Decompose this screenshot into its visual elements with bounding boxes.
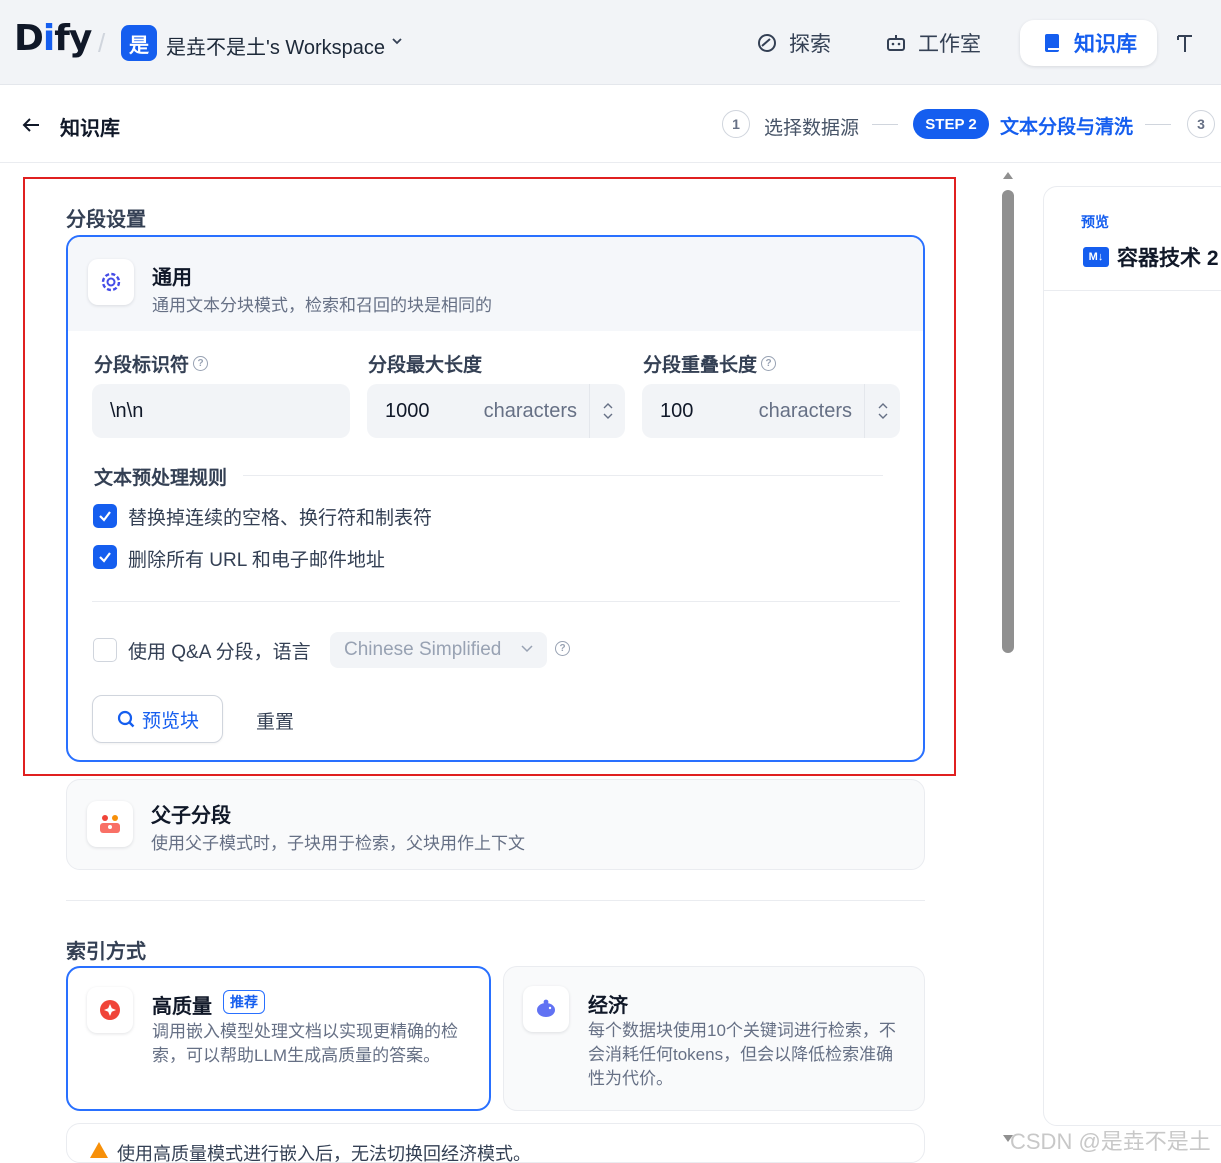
preview-document-title: 容器技术 2: [1117, 247, 1219, 270]
step-1-circle: 1: [722, 110, 750, 138]
index-warning-text: 使用高质量模式进行嵌入后，无法切换回经济模式。: [117, 1144, 531, 1163]
preview-document[interactable]: M↓ 容器技术 2: [1083, 242, 1219, 272]
recommended-badge: 推荐: [223, 990, 265, 1014]
index-method-title: 索引方式: [66, 941, 146, 963]
nav-knowledge-label: 知识库: [1074, 33, 1137, 56]
nav-tools[interactable]: [1174, 20, 1198, 66]
preview-label: 预览: [1081, 214, 1109, 230]
parent-child-icon: [87, 801, 133, 847]
watermark: CSDN @是垚不是土: [1010, 1129, 1211, 1154]
dify-logo[interactable]: Dify: [14, 18, 92, 59]
nav-studio-label: 工作室: [918, 33, 981, 56]
economy-index-card[interactable]: 经济 每个数据块使用10个关键词进行检索，不会消耗任何tokens，但会以降低检…: [503, 966, 925, 1111]
top-navigation-bar: Dify / 是 是垚不是土's Workspace 探索 工作室 知识库: [0, 0, 1221, 85]
book-icon: [1045, 34, 1059, 52]
nav-studio[interactable]: 工作室: [864, 20, 1001, 66]
robot-icon: [887, 35, 905, 51]
index-warning-card: 使用高质量模式进行嵌入后，无法切换回经济模式。: [66, 1123, 925, 1163]
workspace-name[interactable]: 是垚不是土's Workspace: [166, 31, 385, 60]
divider: [66, 900, 925, 901]
star-badge-icon: [87, 987, 133, 1033]
parent-child-title: 父子分段: [151, 805, 231, 827]
highlight-box: [23, 177, 956, 776]
warning-icon: [90, 1142, 108, 1158]
step-connector: [872, 124, 898, 125]
economy-title: 经济: [588, 995, 628, 1017]
scrollbar-thumb[interactable]: [1002, 190, 1014, 653]
page-title: 知识库: [60, 118, 120, 140]
breadcrumb-separator: /: [98, 28, 106, 58]
step-3-circle: 3: [1187, 110, 1215, 138]
step-2-badge: STEP 2: [913, 109, 989, 139]
scroll-up-icon[interactable]: [1002, 170, 1014, 180]
step-1-label: 选择数据源: [764, 118, 860, 139]
back-arrow-icon[interactable]: [20, 114, 42, 136]
high-quality-title: 高质量: [152, 996, 212, 1018]
parent-child-chunk-card[interactable]: 父子分段 使用父子模式时，子块用于检索，父块用作上下文: [66, 779, 925, 870]
parent-child-desc: 使用父子模式时，子块用于检索，父块用作上下文: [151, 834, 525, 853]
step-2-label: 文本分段与清洗: [1000, 117, 1134, 138]
nav-explore-label: 探索: [789, 33, 831, 56]
explore-icon: [758, 34, 776, 52]
chevron-down-icon[interactable]: [390, 34, 404, 48]
economy-desc: 每个数据块使用10个关键词进行检索，不会消耗任何tokens，但会以降低检索准确…: [588, 1021, 896, 1088]
step-connector: [1145, 124, 1171, 125]
high-quality-index-card[interactable]: 高质量 推荐 调用嵌入模型处理文档以实现更精确的检索，可以帮助LLM生成高质量的…: [66, 966, 491, 1111]
preview-panel: [1043, 186, 1221, 1126]
tools-icon: [1177, 35, 1192, 52]
high-quality-desc: 调用嵌入模型处理文档以实现更精确的检索，可以帮助LLM生成高质量的答案。: [152, 1022, 458, 1065]
workspace-avatar[interactable]: 是: [121, 25, 157, 61]
divider: [1044, 290, 1221, 291]
nav-explore[interactable]: 探索: [735, 20, 851, 66]
markdown-file-icon: M↓: [1083, 247, 1109, 267]
nav-knowledge[interactable]: 知识库: [1020, 20, 1157, 66]
piggy-bank-icon: [523, 986, 569, 1032]
